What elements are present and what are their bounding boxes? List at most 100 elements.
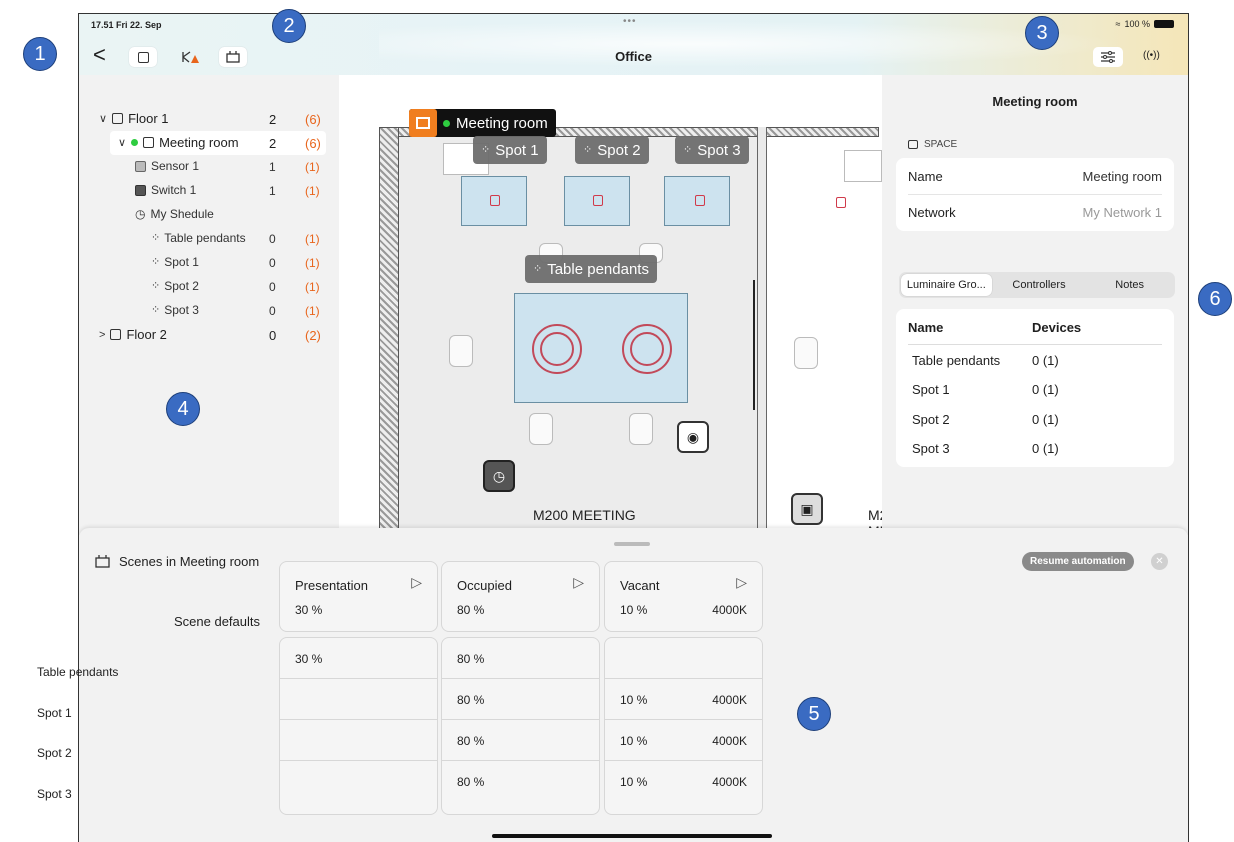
network-row[interactable]: Network My Network 1 bbox=[908, 194, 1162, 230]
tree-item-sensor-1[interactable]: Sensor 1 1 (1) bbox=[79, 155, 339, 179]
column-header: Devices bbox=[1032, 320, 1082, 335]
switch-icon bbox=[135, 184, 146, 196]
pendant-ring bbox=[532, 324, 582, 374]
play-icon[interactable]: ▷ bbox=[411, 574, 422, 591]
tree-item-table-pendants[interactable]: ⁘ Table pendants 0 (1) bbox=[79, 227, 339, 251]
cell-level: 10 % bbox=[620, 775, 648, 789]
settings-button[interactable] bbox=[1093, 47, 1123, 67]
play-icon[interactable]: ▷ bbox=[736, 574, 747, 591]
scene-cell[interactable]: 10 % 4000K bbox=[605, 720, 762, 761]
chevron-down-icon[interactable]: ∨ bbox=[118, 136, 126, 149]
cell-level: 10 % bbox=[620, 693, 648, 707]
scene-cell[interactable]: 80 % bbox=[442, 679, 599, 720]
cell-level: 80 % bbox=[457, 693, 485, 707]
online-count: 1 bbox=[269, 160, 276, 174]
table-header: Name Devices bbox=[908, 320, 1162, 345]
row-name: Spot 1 bbox=[912, 382, 950, 397]
row-devices: 0 (1) bbox=[1032, 353, 1059, 368]
scene-card-occupied[interactable]: Occupied ▷ 80 % bbox=[441, 561, 600, 632]
tab-luminaire-groups[interactable]: Luminaire Gro... bbox=[901, 274, 992, 296]
tree-item-spot-1[interactable]: ⁘ Spot 1 0 (1) bbox=[79, 251, 339, 275]
scene-cell[interactable] bbox=[280, 679, 437, 720]
scene-level: 80 % bbox=[457, 603, 485, 617]
lamp-icon bbox=[490, 195, 500, 206]
group-icon: ⁘ bbox=[481, 144, 490, 156]
table-row[interactable]: Spot 1 0 (1) bbox=[912, 382, 1059, 397]
online-count: 0 bbox=[269, 256, 276, 270]
switch-device-icon[interactable]: ▣ bbox=[791, 493, 823, 525]
scene-card-presentation[interactable]: Presentation ▷ 30 % bbox=[279, 561, 438, 632]
cell-level: 80 % bbox=[457, 652, 485, 666]
scene-cell[interactable]: 80 % bbox=[442, 638, 599, 679]
room-icon bbox=[143, 137, 155, 148]
inspector-panel: Meeting room SPACE Name Meeting room Netw… bbox=[882, 75, 1188, 535]
tree-item-meeting-room[interactable]: ∨ Meeting room 2 (6) bbox=[110, 131, 326, 155]
wall bbox=[379, 127, 399, 535]
group-tag-spot-3[interactable]: ⁘ Spot 3 bbox=[675, 136, 749, 164]
group-tag-spot-2[interactable]: ⁘ Spot 2 bbox=[575, 136, 649, 164]
group-tag-label: Spot 1 bbox=[495, 141, 539, 159]
sheet-grabber[interactable] bbox=[614, 542, 650, 546]
scene-level: 10 % bbox=[620, 603, 648, 617]
chevron-right-icon[interactable]: > bbox=[99, 329, 105, 341]
tree-item-switch-1[interactable]: Switch 1 1 (1) bbox=[79, 179, 339, 203]
tree-item-schedule[interactable]: ◷ My Shedule bbox=[79, 203, 339, 227]
panel-title: Meeting room bbox=[992, 94, 1078, 109]
scene-cell[interactable] bbox=[280, 761, 437, 801]
chair bbox=[529, 413, 553, 445]
online-count: 0 bbox=[269, 304, 276, 318]
scene-cell[interactable]: 10 % 4000K bbox=[605, 761, 762, 801]
cell-cct: 4000K bbox=[712, 693, 747, 707]
scene-level: 30 % bbox=[295, 603, 323, 617]
scene-card-vacant[interactable]: Vacant ▷ 10 % 4000K bbox=[604, 561, 763, 632]
online-count: 1 bbox=[269, 184, 276, 198]
sensor-device-icon[interactable]: ◉ bbox=[677, 421, 709, 453]
spot-table bbox=[564, 176, 630, 226]
scene-cell[interactable]: 10 % 4000K bbox=[605, 679, 762, 720]
group-tag-spot-1[interactable]: ⁘ Spot 1 bbox=[473, 136, 547, 164]
wall bbox=[757, 127, 767, 535]
resume-automation-button[interactable]: Resume automation bbox=[1022, 552, 1134, 571]
chevron-down-icon[interactable]: ∨ bbox=[99, 112, 107, 125]
tree-item-floor-2[interactable]: > Floor 2 0 (2) bbox=[79, 323, 339, 347]
tab-controllers[interactable]: Controllers bbox=[994, 272, 1085, 298]
table-row[interactable]: Spot 3 0 (1) bbox=[912, 441, 1059, 456]
broadcast-icon[interactable]: ((•)) bbox=[1143, 50, 1160, 61]
luminaire-groups-card: Name Devices Table pendants 0 (1) Spot 1 0… bbox=[896, 309, 1174, 467]
play-icon[interactable]: ▷ bbox=[573, 574, 584, 591]
room-tag[interactable]: Meeting room bbox=[409, 109, 556, 137]
callout-1: 1 bbox=[23, 37, 57, 71]
group-tag-table-pendants[interactable]: ⁘ Table pendants bbox=[525, 255, 657, 283]
row-name: Table pendants bbox=[912, 353, 1001, 368]
tree-item-spot-3[interactable]: ⁘ Spot 3 0 (1) bbox=[79, 299, 339, 323]
floor-plan-canvas[interactable]: Meeting room ⁘ Spot 1 ⁘ Spot 2 ⁘ Spot 3 ⁘ Ta… bbox=[339, 75, 882, 535]
tree-item-floor-1[interactable]: ∨ Floor 1 2 (6) bbox=[79, 107, 339, 131]
row-name: Spot 3 bbox=[912, 441, 950, 456]
scene-cell[interactable]: 80 % bbox=[442, 720, 599, 761]
scene-cell[interactable]: 80 % bbox=[442, 761, 599, 801]
row-label-spot-3: Spot 3 bbox=[37, 787, 72, 801]
tree-item-spot-2[interactable]: ⁘ Spot 2 0 (1) bbox=[79, 275, 339, 299]
field-value: My Network 1 bbox=[1082, 205, 1162, 220]
room-tag-label: Meeting room bbox=[456, 114, 548, 132]
lamp-icon bbox=[593, 195, 603, 206]
tree-label: Table pendants bbox=[164, 231, 246, 245]
table-row[interactable]: Spot 2 0 (1) bbox=[912, 412, 1059, 427]
conference-table bbox=[514, 293, 688, 403]
callout-3: 3 bbox=[1025, 16, 1059, 50]
name-row[interactable]: Name Meeting room bbox=[908, 158, 1162, 195]
scene-cell[interactable] bbox=[280, 720, 437, 761]
cell-cct: 4000K bbox=[712, 734, 747, 748]
home-indicator[interactable] bbox=[492, 834, 772, 838]
wifi-icon: ≈ bbox=[1115, 19, 1121, 29]
group-icon: ⁘ bbox=[151, 304, 160, 316]
table-row[interactable]: Table pendants 0 (1) bbox=[912, 353, 1059, 368]
tree-label: Floor 1 bbox=[128, 111, 169, 126]
scene-cell[interactable]: 30 % bbox=[280, 638, 437, 679]
multitask-dots[interactable]: ••• bbox=[623, 16, 637, 27]
group-tag-label: Spot 2 bbox=[597, 141, 641, 159]
schedule-clock-icon[interactable]: ◷ bbox=[483, 460, 515, 492]
close-icon[interactable]: ✕ bbox=[1151, 553, 1168, 570]
scene-cell[interactable] bbox=[605, 638, 762, 679]
tab-notes[interactable]: Notes bbox=[1084, 272, 1175, 298]
